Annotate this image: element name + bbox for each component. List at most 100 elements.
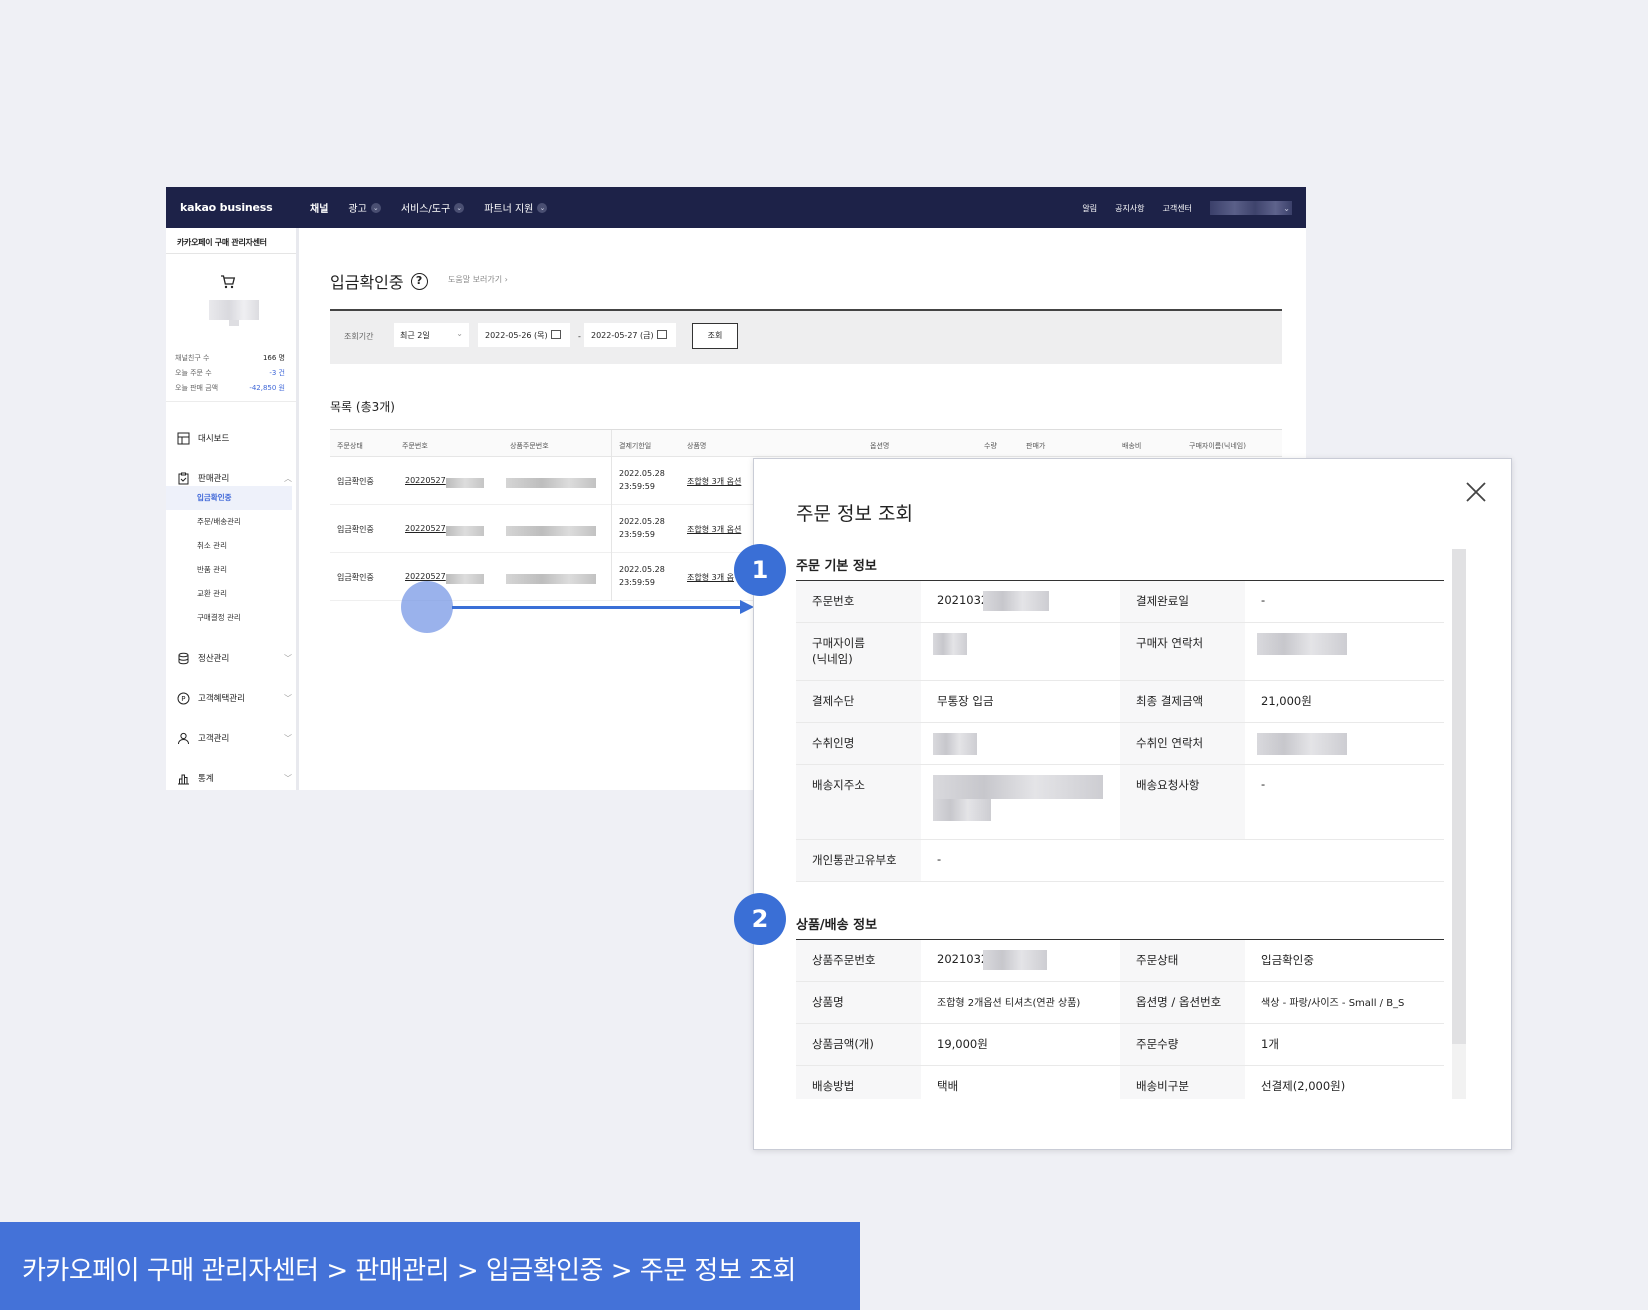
sidebar-item-sales[interactable]: 판매관리 ︿ (177, 458, 292, 498)
deadline-time: 23:59:59 (619, 530, 655, 539)
column-header: 주문상태 (337, 442, 363, 450)
column-header: 배송비 (1122, 442, 1142, 450)
column-divider (611, 505, 612, 553)
user-icon (178, 732, 189, 744)
nav-notice[interactable]: 공지사항 (1115, 203, 1144, 214)
date-from-value: 2022-05-26 (목) (485, 331, 548, 340)
modal-scrollbar[interactable] (1452, 549, 1466, 1099)
sidebar-menu: 대시보드 판매관리 ︿ 입금확인중 주문/배송관리 취소 관리 반품 관리 교환… (166, 418, 292, 798)
nav-support[interactable]: 고객센터 (1163, 203, 1192, 214)
search-filter: 조회기간 최근 2일 ⌄ 2022-05-26 (목) - 2022-05-27 … (330, 309, 1282, 364)
help-icon[interactable]: ? (410, 272, 428, 290)
blurred-value (933, 775, 1103, 799)
database-icon (178, 652, 189, 664)
field-label: 주문번호 (796, 581, 921, 622)
nav-item-label: 채널 (310, 204, 329, 215)
submenu-item-order-delivery[interactable]: 주문/배송관리 (177, 510, 292, 534)
cart-icon (221, 275, 236, 289)
column-header: 주문번호 (402, 442, 428, 450)
order-info-modal: 주문 정보 조회 주문 기본 정보 주문번호 2021032 결제완료일 - 구… (753, 458, 1512, 1150)
field-value: 2021032 (921, 940, 1120, 981)
account-menu[interactable]: ⌄ (1210, 201, 1292, 215)
field-label: 개인통관고유부호 (796, 840, 921, 881)
breadcrumb-caption: 카카오페이 구매 관리자센터 > 판매관리 > 입금확인중 > 주문 정보 조회 (0, 1222, 860, 1310)
column-header: 옵션명 (870, 442, 890, 450)
order-number-link[interactable]: 20220527 (405, 476, 446, 485)
product-link[interactable]: 조합형 3개 옵션 (687, 476, 741, 487)
field-label: 배송지주소 (796, 765, 921, 839)
field-value: - (937, 852, 942, 866)
channel-stats: 채널친구 수 166 명 오늘 주문 수 -3 건 오늘 판매 금액 -42,850 … (175, 353, 285, 398)
item-number: 2021032 (937, 952, 989, 966)
field-label: 구매자 연락처 (1120, 623, 1245, 680)
sidebar-item-dashboard[interactable]: 대시보드 (177, 418, 292, 458)
info-row: 상품주문번호 2021032 주문상태 입금확인중 (796, 940, 1444, 982)
scrollbar-thumb[interactable] (1452, 549, 1466, 1044)
kakao-business-logo[interactable]: kakao business (180, 201, 273, 214)
submenu-item-return[interactable]: 반품 관리 (177, 558, 292, 582)
field-label: 배송요청사항 (1120, 765, 1245, 839)
close-icon[interactable] (1463, 479, 1489, 505)
blurred-value (983, 591, 1049, 611)
sidebar-item-customer[interactable]: 고객관리 ﹀ (177, 718, 292, 758)
order-status: 입금확인중 (337, 525, 374, 534)
sales-submenu: 입금확인중 주문/배송관리 취소 관리 반품 관리 교환 관리 구매결정 관리 (166, 486, 292, 630)
submenu-item-exchange[interactable]: 교환 관리 (177, 582, 292, 606)
nav-item-services[interactable]: 서비스/도구 ⌄ (401, 200, 465, 215)
sidebar-item-label: 판매관리 (198, 474, 230, 484)
field-value (921, 723, 1120, 764)
sidebar: 카카오페이 구매 관리자센터 채널친구 수 166 명 오늘 주문 수 -3 건 오… (166, 228, 299, 790)
label-line: 구매자이름 (812, 636, 865, 650)
order-status: 입금확인중 (337, 573, 374, 582)
blurred-value (933, 633, 967, 655)
order-number: 2021032 (937, 593, 989, 607)
sidebar-item-benefit[interactable]: P 고객혜택관리 ﹀ (177, 678, 292, 718)
nav-item-ads[interactable]: 광고 ⌄ (348, 200, 381, 215)
field-value: 색상 - 파랑/사이즈 - Small / B_S (1261, 998, 1405, 1009)
nav-item-channel[interactable]: 채널 (310, 200, 328, 215)
column-divider (611, 457, 612, 505)
nav-item-label: 파트너 지원 (484, 204, 534, 215)
stat-row: 채널친구 수 166 명 (175, 353, 285, 368)
section-title-basic: 주문 기본 정보 (796, 549, 1444, 581)
submenu-item-cancel[interactable]: 취소 관리 (177, 534, 292, 558)
date-to-input[interactable]: 2022-05-27 (금) (584, 323, 676, 347)
page-title-text: 입금확인중 (330, 273, 404, 292)
product-link[interactable]: 조합형 3개 옵 (687, 572, 734, 583)
order-number-link[interactable]: 20220527 (405, 572, 446, 581)
stat-label: 오늘 주문 수 (175, 369, 212, 377)
submenu-item-purchase-decision[interactable]: 구매결정 관리 (177, 606, 292, 630)
column-header: 상품주문번호 (510, 442, 549, 450)
sidebar-item-stats[interactable]: 통계 ﹀ (177, 758, 292, 798)
chevron-up-icon: ︿ (284, 473, 292, 483)
nav-item-partner[interactable]: 파트너 지원 ⌄ (484, 200, 548, 215)
svg-text:P: P (181, 695, 185, 703)
calendar-icon (550, 330, 561, 339)
product-link[interactable]: 조합형 3개 옵션 (687, 524, 741, 535)
field-value: 택배 (937, 1079, 959, 1093)
field-label: 배송방법 (796, 1066, 921, 1099)
stat-label: 채널친구 수 (175, 354, 210, 362)
field-value (921, 623, 1120, 680)
field-value: 조합형 2개옵션 티셔츠(연관 상품) (937, 998, 1081, 1009)
info-row: 구매자이름 (닉네임) 구매자 연락처 (796, 623, 1444, 681)
search-button[interactable]: 조회 (692, 323, 738, 349)
sidebar-item-settlement[interactable]: 정산관리 ﹀ (177, 638, 292, 678)
step-badge-1: 1 (734, 544, 786, 596)
blurred-cell (506, 478, 596, 488)
order-number-link[interactable]: 20220527 (405, 524, 446, 533)
nav-notification[interactable]: 알림 (1082, 203, 1097, 214)
field-value (921, 765, 1120, 839)
field-value: 2021032 (921, 581, 1120, 622)
table-header: 주문상태 주문번호 상품주문번호 결제기한일 상품명 옵션명 수량 판매가 배송… (330, 429, 1282, 458)
period-select[interactable]: 최근 2일 ⌄ (394, 323, 469, 347)
nav-menu: 채널 광고 ⌄ 서비스/도구 ⌄ 파트너 지원 ⌄ (310, 200, 567, 215)
date-from-input[interactable]: 2022-05-26 (목) (478, 323, 570, 347)
chevron-down-icon: ⌄ (454, 202, 465, 213)
field-value (1245, 723, 1444, 764)
stat-value: -42,850 원 (249, 384, 285, 392)
modal-scroll-area[interactable]: 주문 기본 정보 주문번호 2021032 결제완료일 - 구매자이름 (닉네임)… (796, 549, 1444, 1099)
help-link[interactable]: 도움말 보러가기 › (448, 274, 508, 285)
field-value: - (1261, 593, 1266, 607)
